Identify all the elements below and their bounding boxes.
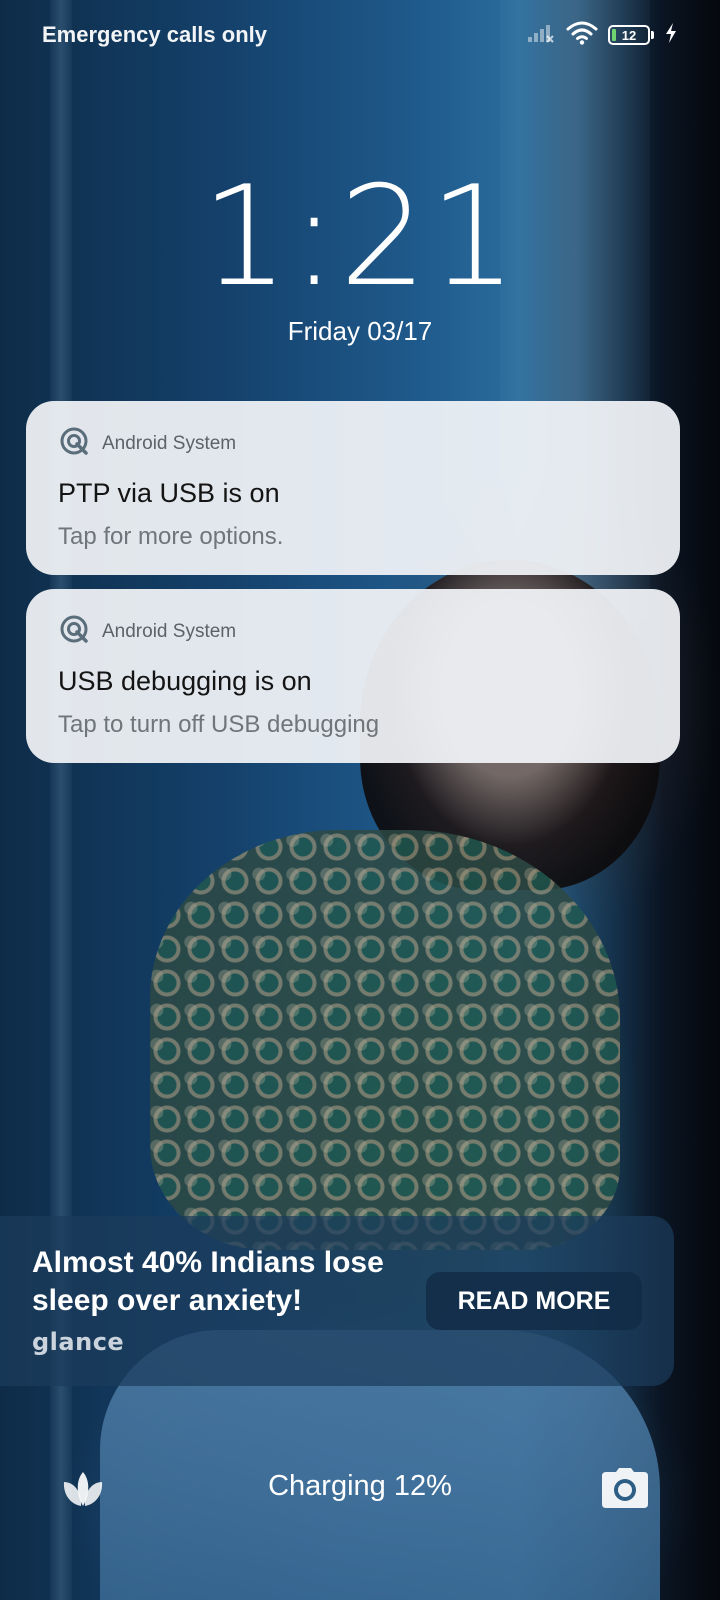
notification-title: PTP via USB is on — [58, 478, 280, 508]
lockscreen-bottom-bar: Charging 12% — [0, 1460, 720, 1520]
notification-header: Android System — [58, 425, 648, 462]
glance-logo: glance — [32, 1328, 125, 1356]
status-bar: Emergency calls only 12 — [0, 0, 720, 70]
notification-body: Tap for more options. — [58, 523, 284, 550]
glance-story-card[interactable]: Almost 40% Indians lose sleep over anxie… — [0, 1216, 674, 1386]
notification-title: USB debugging is on — [58, 666, 312, 696]
signal-off-icon — [526, 22, 556, 49]
camera-icon[interactable] — [600, 1466, 650, 1510]
notification-ptp-usb[interactable]: Android System PTP via USB is on Tap for… — [26, 401, 680, 575]
battery-level-text: 12 — [621, 27, 637, 43]
android-system-icon — [58, 613, 90, 650]
android-system-icon — [58, 425, 90, 462]
notification-app-name: Android System — [102, 620, 237, 642]
lockscreen-clock: 1:21 — [201, 156, 519, 317]
notification-body: Tap to turn off USB debugging — [58, 711, 380, 738]
notification-usb-debugging[interactable]: Android System USB debugging is on Tap t… — [26, 589, 680, 763]
notification-header: Android System — [58, 613, 648, 650]
read-more-button[interactable]: READ MORE — [426, 1272, 642, 1330]
carrier-text: Emergency calls only — [42, 22, 267, 47]
battery-fill — [612, 29, 616, 41]
wallpaper-person-shirt — [150, 830, 620, 1250]
lockscreen-date: Friday 03/17 — [287, 316, 433, 346]
glance-headline[interactable]: Almost 40% Indians lose sleep over anxie… — [32, 1244, 422, 1320]
status-icons: 12 — [526, 21, 678, 50]
notification-app-name: Android System — [102, 432, 237, 454]
charging-bolt-icon — [664, 22, 678, 49]
wifi-icon — [566, 21, 598, 50]
battery-icon: 12 — [608, 25, 654, 45]
